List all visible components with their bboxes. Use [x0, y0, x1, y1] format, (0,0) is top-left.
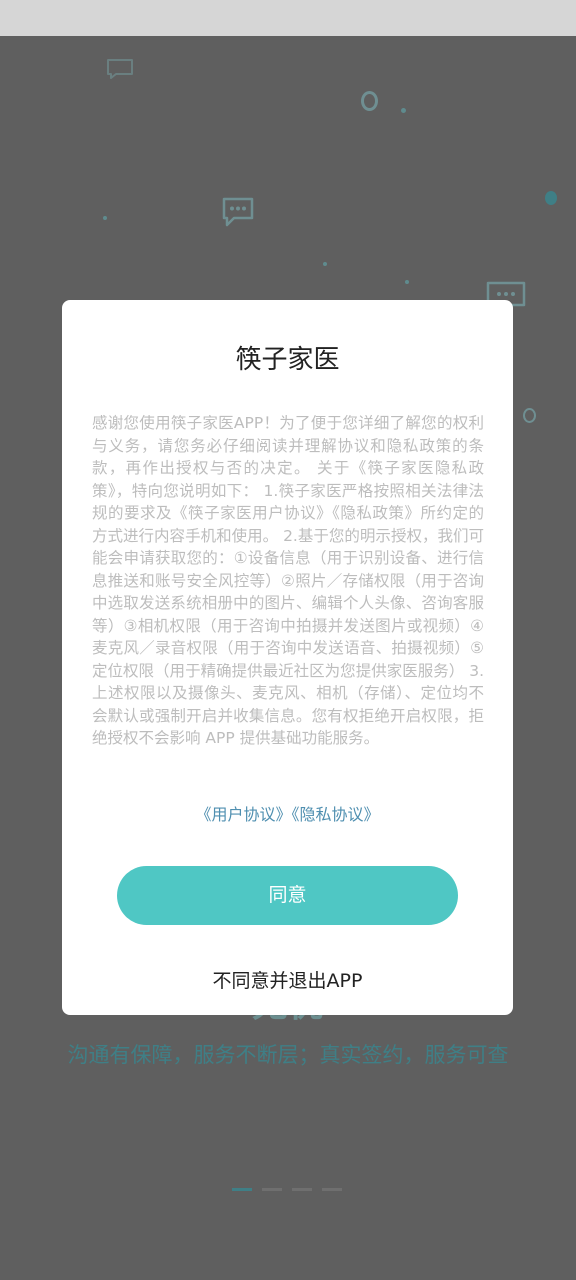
page-indicator-dot [262, 1188, 282, 1191]
privacy-policy-text: 感谢您使用筷子家医APP！为了便于您详细了解您的权利与义务，请您务必仔细阅读并理… [92, 414, 484, 747]
page-indicator [232, 1188, 342, 1191]
page-indicator-dot [292, 1188, 312, 1191]
agreement-links: 《用户协议》《隐私协议》 [62, 802, 513, 828]
decline-exit-button[interactable]: 不同意并退出APP [62, 966, 513, 996]
decor-dot [103, 216, 107, 220]
agree-button[interactable]: 同意 [117, 866, 458, 925]
dialog-title: 筷子家医 [235, 345, 340, 375]
decor-dot [323, 262, 327, 266]
chat-bubble-icon [106, 58, 134, 80]
privacy-consent-dialog: 筷子家医 感谢您使用筷子家医APP！为了便于您详细了解您的权利与义务，请您务必仔… [62, 300, 513, 1015]
decor-dot [545, 191, 557, 205]
decor-ring [523, 408, 536, 423]
page-indicator-dot-active [232, 1188, 252, 1191]
decor-dot [401, 108, 406, 113]
onboarding-subtitle: 沟通有保障，服务不断层；真实签约，服务可查 [67, 1043, 509, 1067]
page-indicator-dot [322, 1188, 342, 1191]
chat-bubble-icon [221, 196, 255, 228]
user-agreement-link[interactable]: 《用户协议》 [195, 805, 291, 824]
privacy-agreement-link[interactable]: 《隐私协议》 [292, 805, 380, 824]
decor-dot [405, 280, 409, 284]
decor-ring [361, 91, 378, 111]
status-bar [0, 0, 576, 36]
